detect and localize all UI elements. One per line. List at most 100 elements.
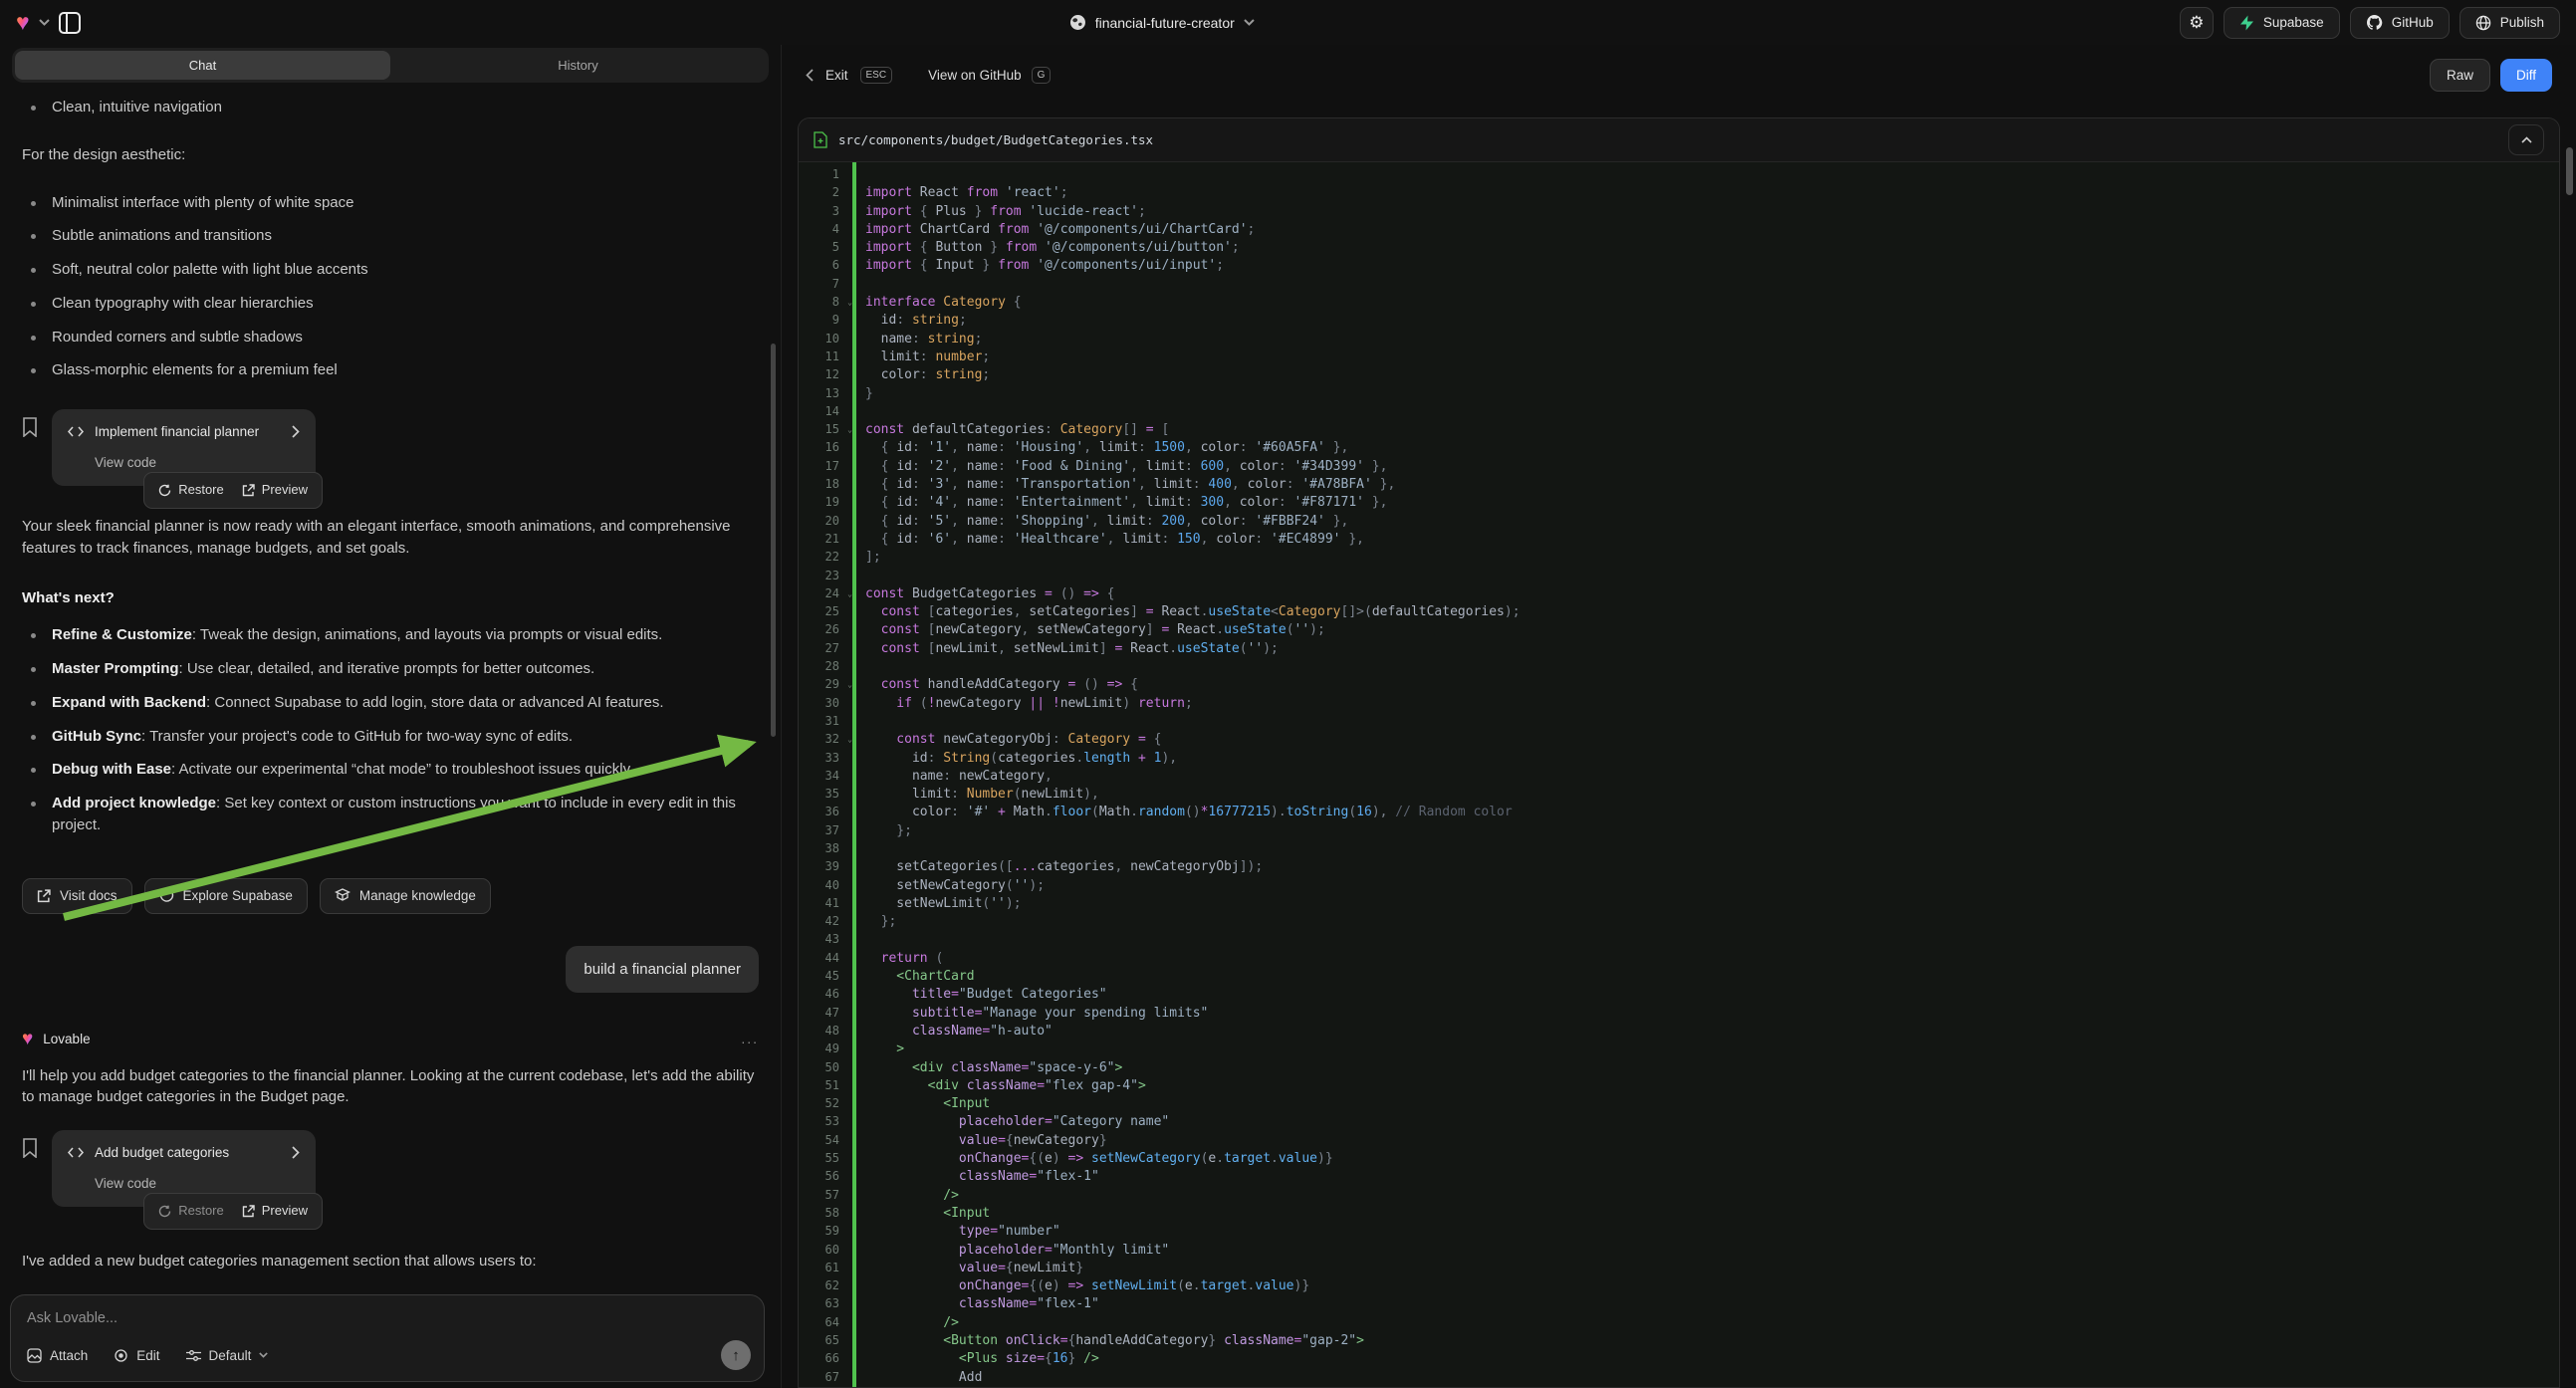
line-number: 65 (799, 1333, 852, 1351)
message-menu-button[interactable]: ... (741, 1029, 759, 1048)
settings-button[interactable]: ⚙ (2180, 7, 2214, 39)
line-number: 52 (799, 1096, 852, 1114)
bookmark-icon[interactable] (22, 1138, 38, 1158)
line-number: 60 (799, 1243, 852, 1261)
version-card-add-budget[interactable]: Add budget categories View code Restore … (52, 1130, 316, 1207)
preview-button[interactable]: Preview (233, 477, 317, 504)
code-line: 60 placeholder="Monthly limit" (799, 1243, 2559, 1261)
view-code-link[interactable]: View code (95, 453, 300, 473)
line-number: 59 (799, 1224, 852, 1242)
composer[interactable]: Ask Lovable... Attach Edit Default ↑ (10, 1294, 765, 1382)
bullet-dot (31, 768, 36, 773)
code-line: 13} (799, 386, 2559, 404)
attach-button[interactable]: Attach (27, 1348, 88, 1363)
back-chevron-icon[interactable] (806, 69, 814, 82)
preview-button[interactable]: Preview (233, 1198, 317, 1225)
code-line-text: const defaultCategories: Category[] = [ (852, 422, 1169, 440)
project-chevron-down-icon (1244, 19, 1255, 26)
code-editor[interactable]: 12import React from 'react';3import { Pl… (799, 162, 2559, 1388)
version-card-title: Implement financial planner (95, 422, 259, 442)
manage-knowledge-button[interactable]: Manage knowledge (320, 878, 491, 914)
supabase-label: Supabase (2263, 15, 2324, 30)
bullet-dot (31, 201, 36, 206)
sidebar-toggle-icon[interactable] (59, 12, 81, 34)
visit-docs-button[interactable]: Visit docs (22, 878, 132, 914)
topbar: ♥ financial-future-creator ⚙ Supabase Gi… (0, 0, 2576, 45)
code-line-text: placeholder="Category name" (852, 1114, 1169, 1132)
view-code-link[interactable]: View code (95, 1174, 300, 1194)
code-line: 2import React from 'react'; (799, 185, 2559, 203)
lovable-logo-icon[interactable]: ♥ (16, 11, 30, 34)
fold-chevron-icon[interactable]: ⌄ (847, 425, 852, 434)
code-line-text: type="number" (852, 1224, 1060, 1242)
bullet-dot (31, 667, 36, 672)
supabase-button[interactable]: Supabase (2224, 7, 2340, 39)
line-number: 37 (799, 823, 852, 841)
code-line-text: name: newCategory, (852, 769, 1053, 787)
code-line-text: const BudgetCategories = () => { (852, 586, 1114, 604)
restore-button[interactable]: Restore (149, 477, 233, 504)
external-link-icon (242, 1205, 255, 1218)
restore-button[interactable]: Restore (149, 1198, 233, 1225)
code-line-text: color: string; (852, 367, 990, 385)
code-line-text: import ChartCard from '@/components/ui/C… (852, 222, 1255, 240)
line-number: 7 (799, 277, 852, 295)
line-number: 29⌄ (799, 677, 852, 695)
edit-button[interactable]: Edit (114, 1348, 159, 1363)
list-item: Minimalist interface with plenty of whit… (22, 192, 759, 214)
chevron-right-icon[interactable] (292, 1146, 300, 1159)
tab-history[interactable]: History (390, 51, 766, 80)
line-number: 12 (799, 367, 852, 385)
chevron-right-icon[interactable] (292, 425, 300, 438)
code-line: 52 <Input (799, 1096, 2559, 1114)
fold-chevron-icon[interactable]: ⌄ (847, 298, 852, 307)
code-line: 44 return ( (799, 951, 2559, 969)
topbar-left: ♥ (16, 11, 81, 34)
logo-chevron-down-icon[interactable] (39, 19, 50, 26)
assistant-intro: I'll help you add budget categories to t… (22, 1065, 759, 1109)
line-number: 23 (799, 569, 852, 586)
line-number: 51 (799, 1078, 852, 1096)
code-line: 37 }; (799, 823, 2559, 841)
code-line-text: color: '#' + Math.floor(Math.random()*16… (852, 805, 1513, 822)
project-switcher[interactable]: financial-future-creator (1069, 14, 1255, 31)
send-button[interactable]: ↑ (721, 1340, 751, 1370)
bullet-dot (31, 633, 36, 638)
list-item: Clean, intuitive navigation (22, 97, 759, 118)
fold-chevron-icon[interactable]: ⌄ (847, 680, 852, 689)
model-selector[interactable]: Default (186, 1348, 269, 1363)
code-line: 27 const [newLimit, setNewLimit] = React… (799, 641, 2559, 659)
code-line-text: setNewLimit(''); (852, 896, 1022, 914)
code-line: 61 value={newLimit} (799, 1261, 2559, 1278)
code-line-text: const handleAddCategory = () => { (852, 677, 1138, 695)
line-number: 33 (799, 751, 852, 769)
code-line-text: className="flex-1" (852, 1296, 1099, 1314)
composer-input[interactable]: Ask Lovable... (27, 1310, 748, 1326)
exit-button[interactable]: Exit (825, 68, 848, 83)
bookmark-icon[interactable] (22, 417, 38, 437)
diff-toggle-button[interactable]: Diff (2500, 59, 2552, 92)
view-on-github-button[interactable]: View on GitHub (928, 68, 1022, 83)
version-card-implement[interactable]: Implement financial planner View code Re… (52, 409, 316, 486)
explore-supabase-button[interactable]: Explore Supabase (144, 878, 308, 914)
esc-shortcut-badge: ESC (860, 67, 893, 84)
code-line-text: name: string; (852, 332, 982, 349)
raw-toggle-button[interactable]: Raw (2430, 59, 2490, 92)
file-header[interactable]: src/components/budget/BudgetCategories.t… (799, 118, 2559, 162)
github-button[interactable]: GitHub (2350, 7, 2450, 39)
code-line-text: import { Plus } from 'lucide-react'; (852, 204, 1146, 222)
line-number: 38 (799, 841, 852, 859)
line-number: 4 (799, 222, 852, 240)
code-line-text: const [newLimit, setNewLimit] = React.us… (852, 641, 1279, 659)
line-number: 43 (799, 932, 852, 950)
fold-chevron-icon[interactable]: ⌄ (847, 735, 852, 744)
chat-scrollbar[interactable] (771, 344, 776, 737)
chat-scroll-area[interactable]: Clean, intuitive navigation For the desi… (0, 89, 781, 1292)
code-line: 42 }; (799, 914, 2559, 932)
collapse-file-button[interactable] (2508, 124, 2544, 155)
code-scrollbar[interactable] (2566, 147, 2573, 195)
line-number: 49 (799, 1041, 852, 1059)
publish-button[interactable]: Publish (2459, 7, 2560, 39)
tab-chat[interactable]: Chat (15, 51, 390, 80)
fold-chevron-icon[interactable]: ⌄ (847, 589, 852, 598)
